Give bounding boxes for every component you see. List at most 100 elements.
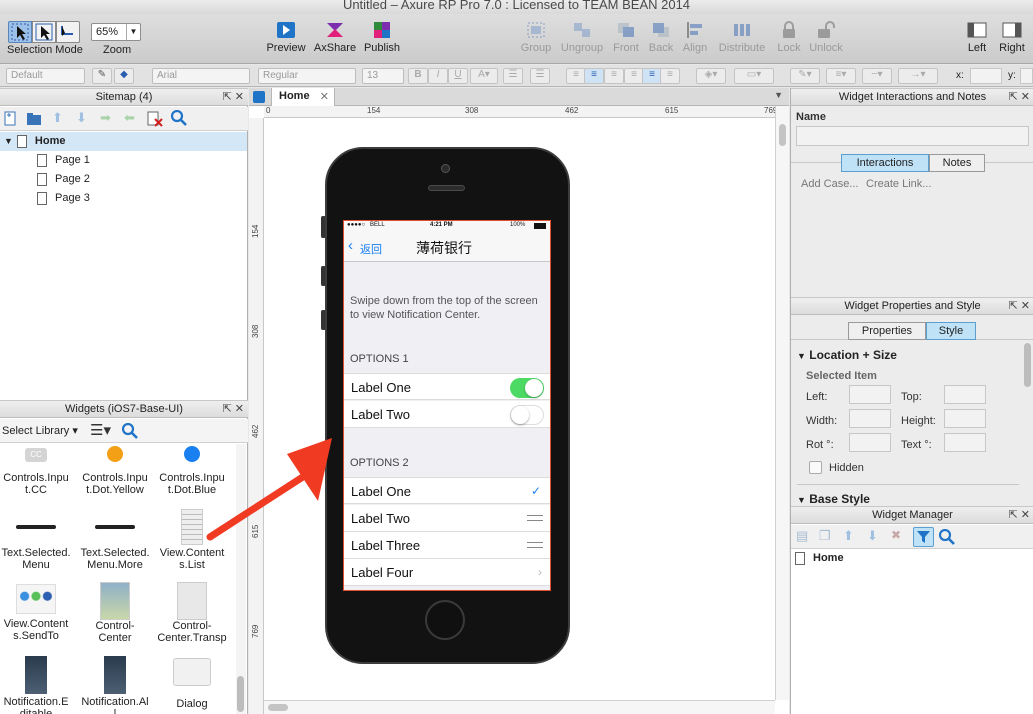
tab-notes[interactable]: Notes <box>929 154 985 172</box>
widget-view-contents-sendto[interactable]: View.Content s.SendTo <box>0 582 72 642</box>
widget-text-selected-menu[interactable]: Text.Selected. Menu <box>0 509 72 571</box>
tab-style[interactable]: Style <box>926 322 976 340</box>
line-color-icon[interactable]: ✎▾ <box>790 68 820 84</box>
text-rotation-field[interactable] <box>944 433 986 452</box>
unlock-button[interactable]: Unlock <box>808 20 844 54</box>
font-color-icon[interactable]: A▾ <box>470 68 498 84</box>
order-icon[interactable]: ▤ <box>796 528 808 544</box>
tab-home[interactable]: Home ✕ <box>271 88 335 106</box>
line-style-icon[interactable]: ┄▾ <box>862 68 892 84</box>
scrollbar-thumb[interactable] <box>268 704 288 711</box>
arrow-style-icon[interactable]: →▾ <box>898 68 938 84</box>
underline-button[interactable]: U <box>448 68 468 84</box>
back-button[interactable]: Back <box>647 20 675 54</box>
base-style-section[interactable]: ▼ Base Style <box>797 492 870 506</box>
widget-control-center[interactable]: Control- Center <box>77 582 153 644</box>
right-panel-toggle[interactable]: Right <box>998 20 1026 54</box>
sitemap-item-page-2[interactable]: Page 2 <box>37 170 90 189</box>
panel-controls[interactable]: ⇱ ✕ <box>1009 298 1031 314</box>
valign-top-icon[interactable]: ≡ <box>624 68 644 84</box>
widget-text-selected-menu-more[interactable]: Text.Selected. Menu.More <box>77 509 153 571</box>
align-center-icon[interactable]: ≡ <box>584 68 604 84</box>
panel-controls[interactable]: ⇱ ✕ <box>1009 89 1031 105</box>
toggle-switch-on[interactable] <box>510 378 544 398</box>
widget-manager-item-home[interactable]: Home <box>795 549 844 568</box>
disclosure-triangle-icon[interactable]: ▼ <box>4 136 13 146</box>
sitemap-item-home[interactable]: ▼ Home <box>0 132 247 151</box>
connector-mode-button[interactable] <box>56 21 80 43</box>
publish-button[interactable]: Publish <box>362 20 402 54</box>
align-left-icon[interactable]: ≡ <box>566 68 586 84</box>
search-icon[interactable] <box>939 529 955 546</box>
format-painter-icon[interactable]: ✎ <box>92 68 112 84</box>
add-page-icon[interactable] <box>4 111 18 127</box>
canvas-horizontal-scrollbar[interactable] <box>264 700 775 714</box>
select-library-dropdown[interactable]: Select Library ▾ <box>2 424 78 437</box>
height-field[interactable] <box>944 409 986 428</box>
width-field[interactable] <box>849 409 891 428</box>
ungroup-button[interactable]: Ungroup <box>559 20 605 54</box>
select-contained-button[interactable] <box>32 21 56 43</box>
align-button[interactable]: Align <box>681 20 709 54</box>
distribute-button[interactable]: Distribute <box>716 20 768 54</box>
panel-controls[interactable]: ⇱ ✕ <box>1009 507 1031 523</box>
fill-color-icon[interactable]: ◈▾ <box>696 68 726 84</box>
y-field[interactable] <box>1020 68 1033 84</box>
move-up-icon[interactable]: ⬆ <box>52 110 63 126</box>
rotation-field[interactable] <box>849 433 891 452</box>
move-down-icon[interactable]: ⬇ <box>867 528 878 544</box>
sitemap-item-page-3[interactable]: Page 3 <box>37 189 90 208</box>
location-size-section[interactable]: ▼ Location + Size <box>797 348 897 362</box>
back-chevron-icon[interactable]: ‹ <box>348 237 353 254</box>
select-intersect-button[interactable] <box>8 21 32 43</box>
left-field[interactable] <box>849 385 891 404</box>
delete-icon[interactable]: ✖ <box>891 528 901 542</box>
lock-button[interactable]: Lock <box>775 20 803 54</box>
font-select[interactable]: Arial <box>152 68 250 84</box>
left-panel-toggle[interactable]: Left <box>964 20 990 54</box>
widget-notification-all[interactable]: Notification.Al l <box>77 656 153 714</box>
list-item[interactable]: Label Three <box>344 532 550 559</box>
scrollbar-thumb[interactable] <box>237 676 244 712</box>
list-item[interactable]: Label Two <box>344 505 550 532</box>
shadow-icon[interactable]: ▭▾ <box>734 68 774 84</box>
bold-button[interactable]: B <box>408 68 428 84</box>
list-item[interactable]: Label Two <box>344 401 550 428</box>
add-case-link[interactable]: Add Case... <box>801 178 858 190</box>
axshare-button[interactable]: AxShare <box>313 20 357 54</box>
move-up-icon[interactable]: ⬆ <box>843 528 854 544</box>
panel-controls[interactable]: ⇱ ✕ <box>223 401 245 417</box>
widget-notification-editable[interactable]: Notification.E ditable <box>0 656 72 714</box>
widget-controls-input-cc[interactable]: CC Controls.Inpu t.CC <box>0 444 72 500</box>
list-item[interactable]: Label One <box>344 373 550 400</box>
filter-icon[interactable] <box>913 527 934 547</box>
indent-icon[interactable]: ➡ <box>100 110 111 126</box>
list-item[interactable]: Label One ✓ <box>344 477 550 504</box>
widget-dialog[interactable]: Dialog <box>154 656 230 714</box>
widget-control-center-transp[interactable]: Control- Center.Transp <box>154 582 230 644</box>
move-down-icon[interactable]: ⬇ <box>76 110 87 126</box>
font-size-select[interactable]: 13 <box>362 68 404 84</box>
paint-bucket-icon[interactable]: ◆ <box>114 68 134 84</box>
group-button[interactable]: Group <box>519 20 553 54</box>
valign-bottom-icon[interactable]: ≡ <box>660 68 680 84</box>
front-button[interactable]: Front <box>610 20 642 54</box>
line-width-icon[interactable]: ≡▾ <box>826 68 856 84</box>
tab-properties[interactable]: Properties <box>848 322 926 340</box>
italic-button[interactable]: I <box>428 68 448 84</box>
create-link-link[interactable]: Create Link... <box>866 178 931 190</box>
delete-page-icon[interactable] <box>147 111 163 127</box>
panel-controls[interactable]: ⇱ ✕ <box>223 89 245 105</box>
search-icon[interactable] <box>122 423 138 440</box>
weight-select[interactable]: Regular <box>258 68 356 84</box>
preview-button[interactable]: Preview <box>266 20 306 54</box>
name-field[interactable] <box>796 126 1029 146</box>
sitemap-item-page-1[interactable]: Page 1 <box>37 151 90 170</box>
list-item[interactable]: Label Four › <box>344 559 550 586</box>
properties-scrollbar[interactable] <box>1023 341 1032 501</box>
widget-controls-input-dot-yellow[interactable]: Controls.Inpu t.Dot.Yellow <box>77 444 153 500</box>
bullet-list-icon[interactable]: ☰ <box>503 68 523 84</box>
style-select[interactable]: Default <box>6 68 85 84</box>
outdent-icon[interactable]: ⬅ <box>124 110 135 126</box>
hidden-checkbox[interactable] <box>809 461 822 474</box>
